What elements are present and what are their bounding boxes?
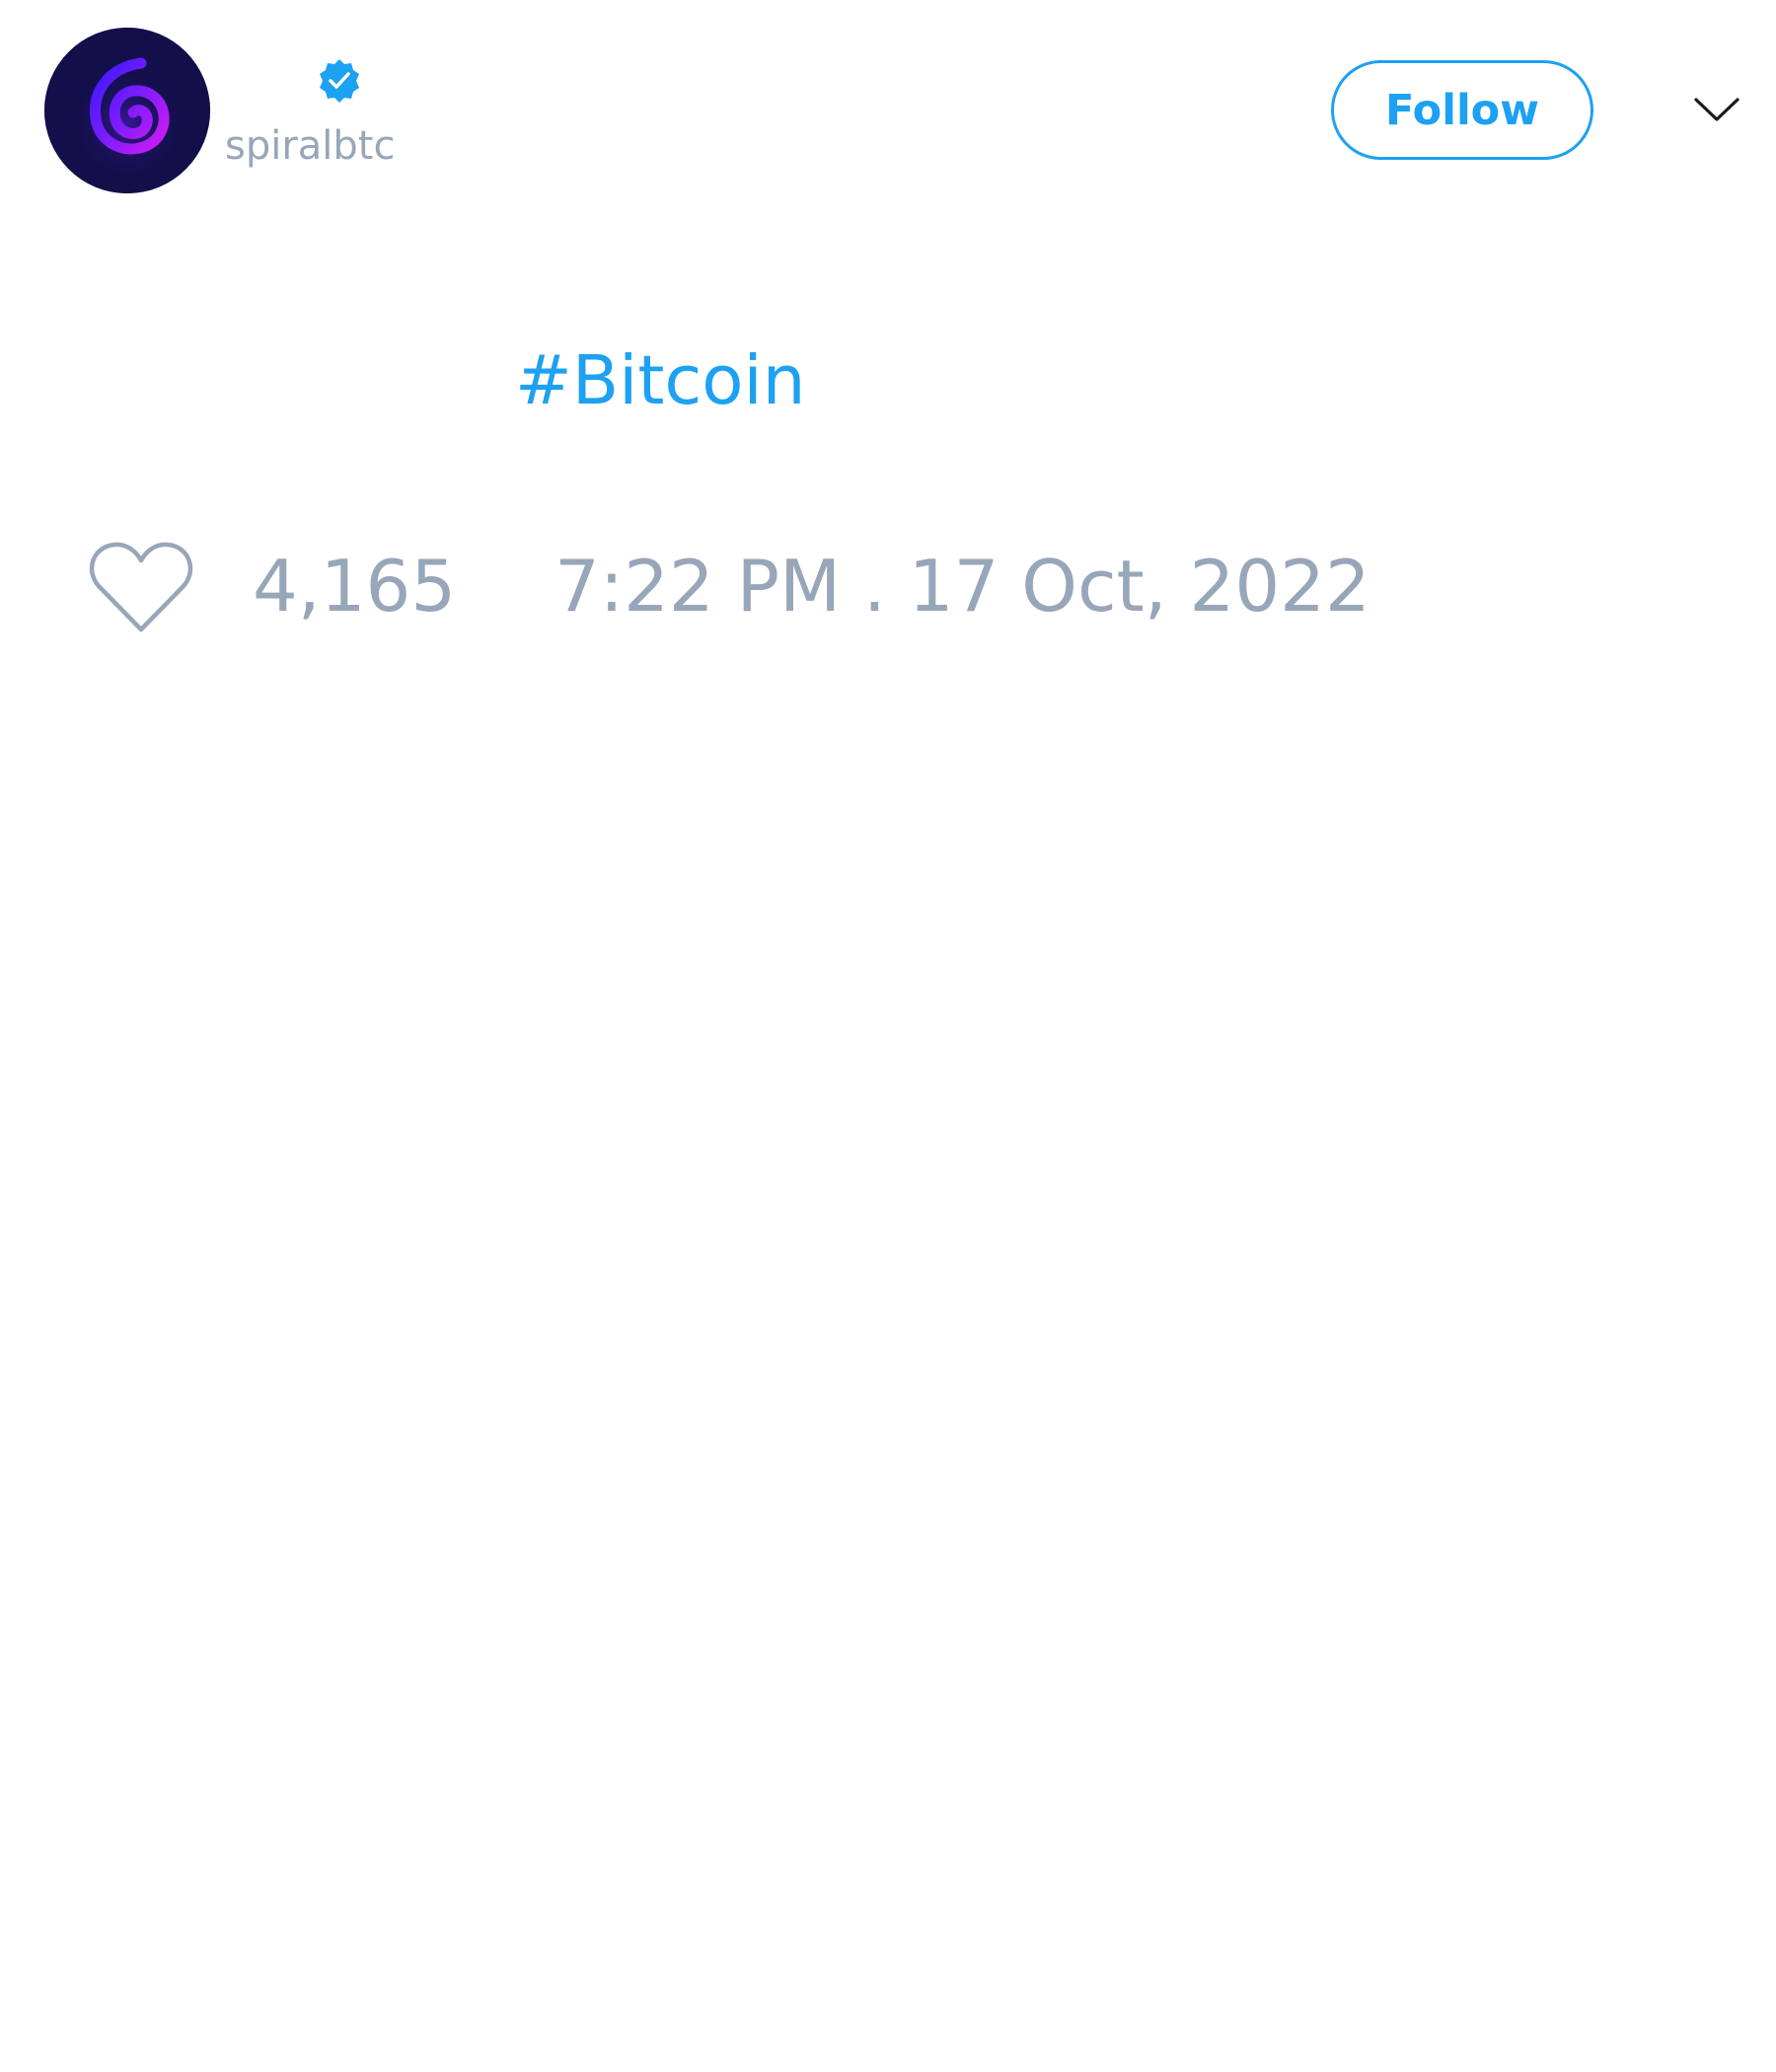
hashtag-link[interactable]: #Bitcoin [515,341,805,420]
chevron-down-icon[interactable] [1692,94,1741,125]
tweet-text: #Bitcoin [515,347,805,415]
tweet-timestamp[interactable]: 7:22 PM . 17 Oct, 2022 [555,551,1370,622]
author-handle[interactable]: spiralbtc [225,126,395,166]
like-count: 4,165 [253,545,457,628]
verified-badge-icon [320,59,359,103]
follow-button[interactable]: Follow [1331,60,1593,160]
heart-icon[interactable] [89,541,193,635]
avatar[interactable] [44,28,210,193]
tweet-card: spiralbtc Follow #Bitcoin 4,165 7:22 PM … [0,0,1776,2072]
spiral-logo-icon [44,28,210,193]
